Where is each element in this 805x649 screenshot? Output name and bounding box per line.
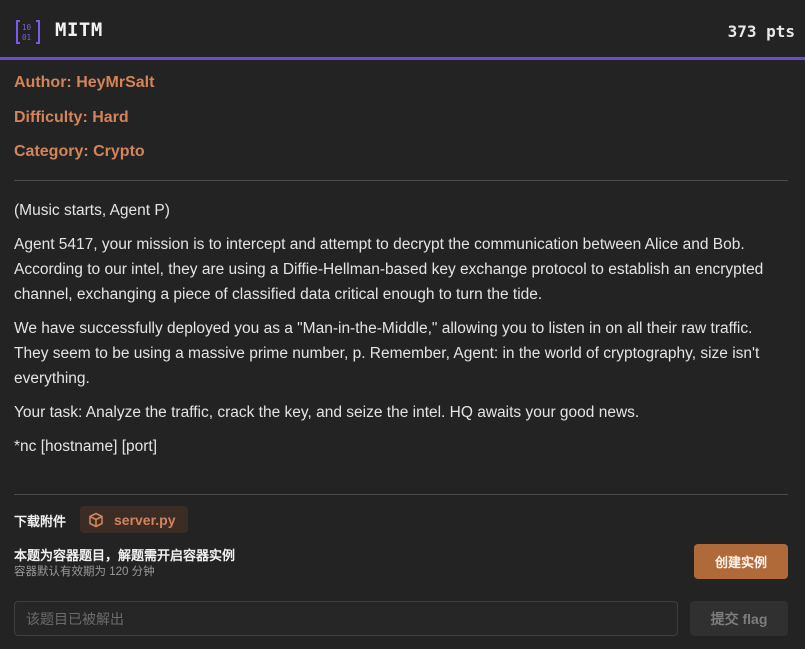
description-paragraph: *nc [hostname] [port] — [14, 438, 158, 455]
attachments-label: 下载附件 — [14, 514, 67, 529]
svg-text:10: 10 — [22, 23, 32, 32]
container-title: 本题为容器题目，解题需开启容器实例 — [14, 548, 236, 563]
svg-text:01: 01 — [22, 33, 31, 42]
author-label: Author: HeyMrSalt — [14, 74, 155, 91]
divider — [14, 180, 788, 181]
description-paragraph: We have successfully deployed you as a "… — [14, 320, 760, 387]
challenge-header: 10 01 MITM 373 pts — [0, 0, 805, 60]
category-label: Category: Crypto — [14, 143, 145, 160]
description-paragraph: Your task: Analyze the traffic, crack th… — [14, 404, 640, 421]
submit-flag-button[interactable]: 提交 flag — [690, 601, 788, 636]
create-instance-button[interactable]: 创建实例 — [694, 544, 788, 579]
description-paragraph: (Music starts, Agent P) — [14, 202, 170, 219]
divider — [14, 494, 788, 495]
container-subtitle: 容器默认有效期为 120 分钟 — [14, 566, 155, 578]
package-icon — [89, 512, 103, 527]
challenge-description: (Music starts, Agent P) Agent 5417, your… — [14, 198, 784, 468]
flag-input[interactable] — [14, 601, 678, 636]
binary-file-icon: 10 01 — [15, 19, 41, 45]
download-attachment-button[interactable]: server.py — [80, 506, 188, 533]
description-paragraph: Agent 5417, your mission is to intercept… — [14, 236, 764, 303]
challenge-title: MITM — [55, 19, 103, 41]
attachment-file-name: server.py — [114, 511, 176, 528]
challenge-points: 373 pts — [727, 22, 795, 41]
difficulty-label: Difficulty: Hard — [14, 109, 129, 126]
